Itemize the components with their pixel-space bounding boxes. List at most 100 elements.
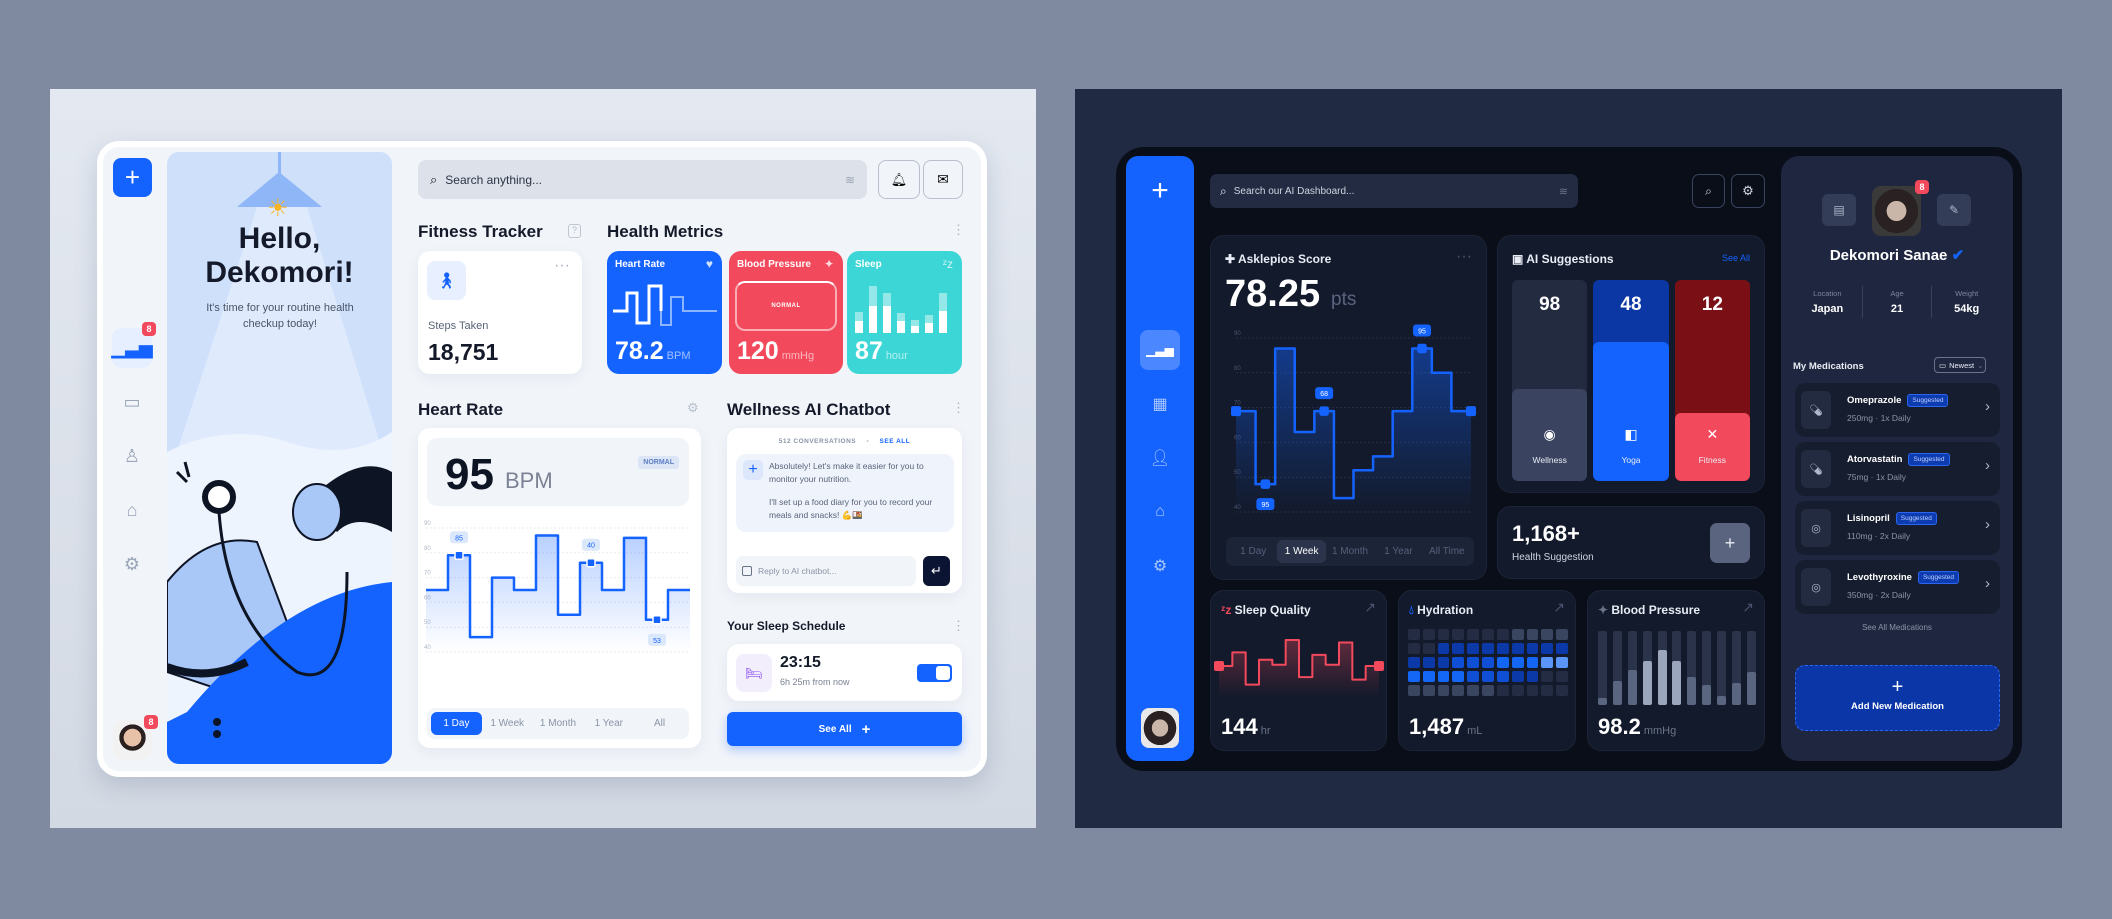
sleep-toggle[interactable]: [917, 664, 952, 682]
hydration-cell: [1541, 629, 1554, 640]
edit-profile-button[interactable]: ✎: [1937, 194, 1971, 226]
more-vertical-icon[interactable]: ⋮: [952, 400, 965, 416]
sidebar-item-home[interactable]: ⌂: [112, 490, 152, 530]
more-icon[interactable]: ···: [1456, 248, 1472, 266]
avatar[interactable]: [1141, 708, 1179, 748]
marker[interactable]: [652, 615, 662, 625]
tab-1-month[interactable]: 1 Month: [533, 712, 584, 735]
tab-all-time[interactable]: All Time: [1423, 540, 1471, 563]
bp-bar: [1672, 631, 1682, 705]
heart-rate-metric-card[interactable]: Heart Rate ♥ 78.2 BPM: [607, 251, 722, 374]
id-card-button[interactable]: ▤: [1822, 194, 1856, 226]
more-vertical-icon[interactable]: ⋮: [952, 222, 965, 238]
sidebar-item-stats[interactable]: ▁▃▅ 8: [111, 322, 156, 368]
hydration-cell: [1526, 657, 1539, 668]
expand-arrow-icon[interactable]: ↗: [1742, 599, 1754, 616]
tab-1-day[interactable]: 1 Day: [1229, 540, 1277, 563]
attach-checkbox[interactable]: [742, 566, 752, 576]
sidebar-item-calendar[interactable]: ▦: [1140, 384, 1180, 424]
sidebar-item-profile[interactable]: ♙: [112, 436, 152, 476]
see-all-medications-link[interactable]: See All Medications: [1781, 623, 2013, 632]
separator: ·: [1873, 590, 1881, 600]
more-vertical-icon[interactable]: ⋮: [952, 618, 965, 634]
settings-icon[interactable]: ⚙: [687, 400, 699, 416]
hydration-cell: [1482, 657, 1494, 668]
tab-1-week[interactable]: 1 Week: [482, 712, 533, 735]
hydration-cell: [1556, 685, 1568, 696]
see-all-link[interactable]: See All: [1722, 253, 1750, 263]
hydration-cell: [1496, 657, 1509, 668]
blood-pressure-metric-card[interactable]: Blood Pressure ✦ NORMAL 120 mmHg: [729, 251, 843, 374]
medication-item[interactable]: 💊︎ Omeprazole Suggested 250mg · 1x Daily ›: [1795, 383, 2000, 437]
tab-1-day[interactable]: 1 Day: [431, 712, 482, 735]
add-medication-button[interactable]: + Add New Medication: [1795, 665, 2000, 731]
search-input[interactable]: Search our AI Dashboard...: [1234, 186, 1552, 197]
more-icon[interactable]: ···: [554, 257, 570, 275]
tab-all[interactable]: All: [634, 712, 685, 735]
tab-1-month[interactable]: 1 Month: [1326, 540, 1374, 563]
sidebar-item-profile[interactable]: 👤︎: [1140, 438, 1180, 478]
suggestion-wellness[interactable]: 98 ◉ Wellness: [1512, 280, 1588, 481]
expand-arrow-icon[interactable]: ↗: [1553, 599, 1565, 616]
heart-rate-title: Heart Rate: [418, 400, 504, 419]
tab-1-year[interactable]: 1 Year: [583, 712, 634, 735]
add-suggestion-button[interactable]: +: [1710, 523, 1750, 563]
hydration-card[interactable]: 💧︎ Hydration ↗ 1,487 mL: [1398, 590, 1576, 751]
sidebar-item-settings[interactable]: ⚙: [112, 544, 152, 584]
suggestion-fitness[interactable]: 12 ✕ Fitness: [1674, 280, 1750, 481]
sidebar-item-stats[interactable]: ▁▃▅: [1140, 330, 1180, 370]
sidebar-item-calendar[interactable]: ▭: [112, 382, 152, 422]
profile-avatar[interactable]: 8: [1872, 180, 1929, 236]
voice-icon[interactable]: ≋: [1559, 185, 1568, 198]
separator: ·: [1872, 531, 1880, 541]
messages-button[interactable]: ✉: [923, 160, 963, 199]
see-all-link[interactable]: SEE ALL: [880, 438, 911, 445]
see-all-button[interactable]: See All +: [727, 712, 962, 746]
metric-label: Sleep: [855, 259, 882, 270]
medication-dose: 350mg: [1847, 590, 1873, 600]
marker[interactable]: [1417, 343, 1427, 354]
marker[interactable]: [1319, 406, 1329, 416]
avatar[interactable]: 8: [113, 715, 158, 759]
search-button[interactable]: ⌕: [1692, 174, 1725, 208]
marker[interactable]: [586, 557, 596, 568]
marker[interactable]: [454, 550, 464, 561]
sleep-metric-card[interactable]: Sleep ᶻz 87 hour: [847, 251, 962, 374]
expand-arrow-icon[interactable]: ↗: [1364, 599, 1376, 616]
medication-dose: 110mg: [1847, 531, 1873, 541]
medication-dose: 250mg: [1847, 413, 1873, 423]
help-icon[interactable]: ?: [568, 224, 581, 238]
chevron-right-icon: ›: [1985, 516, 1990, 533]
sleep-quality-card[interactable]: ᶻz Sleep Quality ↗ 144 hr: [1210, 590, 1387, 751]
tab-1-week[interactable]: 1 Week: [1277, 540, 1326, 563]
search-bar[interactable]: ⌕ Search anything... ≋: [418, 160, 867, 199]
dark-sidebar: + ▁▃▅ ▦ 👤︎ ⌂ ⚙: [1126, 156, 1194, 761]
sidebar-item-settings[interactable]: ⚙: [1140, 546, 1180, 586]
notifications-button[interactable]: 🔔︎: [878, 160, 920, 199]
user-icon: 👤︎: [1149, 450, 1171, 467]
medication-item[interactable]: ◎ Levothyroxine Suggested 350mg · 2x Daily ›: [1795, 560, 2000, 614]
bp-bar-fill: [1627, 670, 1637, 705]
voice-icon[interactable]: ≋: [845, 173, 855, 187]
sun-icon: ☀: [267, 195, 289, 222]
sidebar-item-home[interactable]: ⌂: [1140, 492, 1180, 532]
marker-label: 85: [455, 535, 463, 542]
suggested-badge: Suggested: [1907, 394, 1949, 407]
sort-dropdown[interactable]: ▭ Newest ⌄: [1934, 357, 1986, 373]
medication-item[interactable]: ◎ Lisinopril Suggested 110mg · 2x Daily ›: [1795, 501, 2000, 555]
marker[interactable]: [1260, 479, 1271, 489]
search-bar[interactable]: ⌕ Search our AI Dashboard... ≋: [1210, 174, 1578, 208]
send-button[interactable]: ↵: [923, 556, 950, 586]
hydration-cell: [1437, 629, 1450, 640]
settings-button[interactable]: ⚙: [1731, 174, 1765, 208]
bar-chart-icon: ▁▃▅: [1146, 343, 1174, 357]
suggestion-yoga[interactable]: 48 ◧ Yoga: [1593, 280, 1669, 481]
search-input[interactable]: Search anything...: [445, 173, 837, 187]
brand-logo[interactable]: +: [1126, 174, 1194, 207]
reply-input[interactable]: Reply to AI chatbot...: [736, 556, 916, 586]
medication-item[interactable]: 💊︎ Atorvastatin Suggested 75mg · 1x Daily ›: [1795, 442, 2000, 496]
tab-1-year[interactable]: 1 Year: [1374, 540, 1422, 563]
blood-pressure-card[interactable]: ✦ Blood Pressure ↗ 98.2 mmHg: [1587, 590, 1765, 751]
brand-logo[interactable]: +: [113, 158, 152, 197]
status-label: NORMAL: [771, 303, 801, 309]
